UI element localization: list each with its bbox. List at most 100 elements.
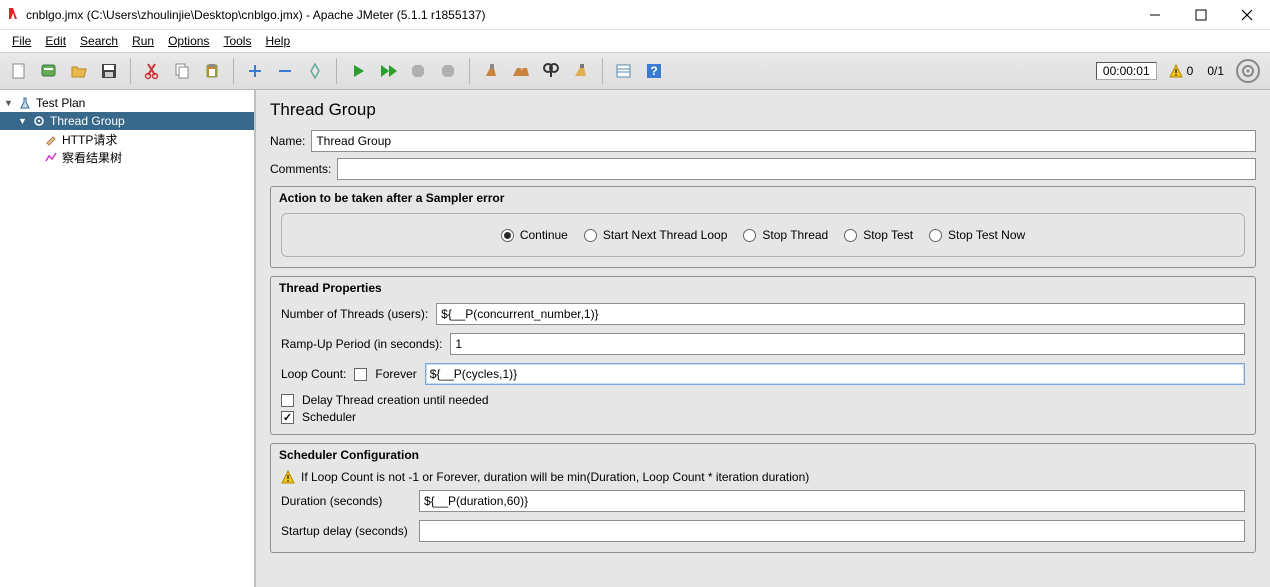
radio-stop-test[interactable]: Stop Test bbox=[844, 228, 913, 242]
stop-button[interactable] bbox=[405, 57, 431, 85]
delay-create-checkbox[interactable] bbox=[281, 394, 294, 407]
tree-node-view-results-tree[interactable]: 察看结果树 bbox=[0, 148, 254, 166]
duration-label: Duration (seconds) bbox=[281, 494, 411, 508]
radio-label: Stop Test Now bbox=[948, 228, 1025, 242]
radio-icon bbox=[844, 229, 857, 242]
shutdown-button[interactable] bbox=[435, 57, 461, 85]
startup-delay-label: Startup delay (seconds) bbox=[281, 524, 411, 538]
test-plan-tree[interactable]: ▼ Test Plan ▼ Thread Group HTTP请求 察看结果树 bbox=[0, 90, 256, 587]
search-tree-button[interactable] bbox=[538, 57, 564, 85]
ramp-up-label: Ramp-Up Period (in seconds): bbox=[281, 337, 442, 351]
tree-label: Test Plan bbox=[36, 96, 85, 110]
startup-delay-input[interactable] bbox=[419, 520, 1245, 542]
close-button[interactable] bbox=[1224, 0, 1270, 30]
loop-count-input[interactable] bbox=[425, 363, 1245, 385]
warning-indicator[interactable]: 0 bbox=[1169, 64, 1194, 78]
radio-label: Start Next Thread Loop bbox=[603, 228, 728, 242]
radio-stop-test-now[interactable]: Stop Test Now bbox=[929, 228, 1025, 242]
radio-icon bbox=[584, 229, 597, 242]
tree-toggle[interactable]: ▼ bbox=[18, 116, 28, 126]
scheduler-checkbox[interactable] bbox=[281, 411, 294, 424]
radio-label: Stop Thread bbox=[762, 228, 828, 242]
thread-properties-group: Thread Properties Number of Threads (use… bbox=[270, 276, 1256, 435]
forever-label: Forever bbox=[375, 367, 416, 381]
toolbar: ? 00:00:01 0 0/1 bbox=[0, 52, 1270, 90]
new-button[interactable] bbox=[6, 57, 32, 85]
chart-icon bbox=[44, 150, 58, 164]
active-threads: 0/1 bbox=[1207, 64, 1224, 78]
name-label: Name: bbox=[270, 134, 305, 148]
warning-icon bbox=[281, 470, 295, 484]
name-input[interactable] bbox=[311, 130, 1256, 152]
tree-label: HTTP请求 bbox=[62, 131, 117, 148]
flask-icon bbox=[18, 96, 32, 110]
open-button[interactable] bbox=[66, 57, 92, 85]
start-no-pause-button[interactable] bbox=[375, 57, 401, 85]
paste-button[interactable] bbox=[199, 57, 225, 85]
radio-stop-thread[interactable]: Stop Thread bbox=[743, 228, 828, 242]
comments-label: Comments: bbox=[270, 162, 331, 176]
svg-text:?: ? bbox=[650, 64, 657, 78]
tree-root-test-plan[interactable]: ▼ Test Plan bbox=[0, 94, 254, 112]
save-button[interactable] bbox=[96, 57, 122, 85]
tree-label: Thread Group bbox=[50, 114, 125, 128]
menu-options[interactable]: Options bbox=[162, 32, 215, 50]
radio-icon bbox=[929, 229, 942, 242]
templates-button[interactable] bbox=[36, 57, 62, 85]
running-indicator bbox=[1236, 59, 1260, 83]
ramp-up-input[interactable] bbox=[450, 333, 1245, 355]
thread-properties-legend: Thread Properties bbox=[273, 279, 1253, 297]
scheduler-label: Scheduler bbox=[302, 410, 356, 424]
menu-file[interactable]: File bbox=[6, 32, 37, 50]
function-helper-button[interactable] bbox=[611, 57, 637, 85]
pipette-icon bbox=[44, 132, 58, 146]
menu-run[interactable]: Run bbox=[126, 32, 160, 50]
window-titlebar: cnblgo.jmx (C:\Users\zhoulinjie\Desktop\… bbox=[0, 0, 1270, 30]
warning-icon bbox=[1169, 64, 1183, 78]
tree-toggle[interactable]: ▼ bbox=[4, 98, 14, 108]
warning-count: 0 bbox=[1187, 64, 1194, 78]
radio-icon bbox=[743, 229, 756, 242]
minimize-button[interactable] bbox=[1132, 0, 1178, 30]
menu-bar: File Edit Search Run Options Tools Help bbox=[0, 30, 1270, 52]
menu-tools[interactable]: Tools bbox=[217, 32, 257, 50]
start-button[interactable] bbox=[345, 57, 371, 85]
window-title: cnblgo.jmx (C:\Users\zhoulinjie\Desktop\… bbox=[26, 8, 486, 22]
reset-search-button[interactable] bbox=[568, 57, 594, 85]
cut-button[interactable] bbox=[139, 57, 165, 85]
radio-icon bbox=[501, 229, 514, 242]
loop-count-label: Loop Count: bbox=[281, 367, 346, 381]
forever-checkbox[interactable] bbox=[354, 368, 367, 381]
tree-node-thread-group[interactable]: ▼ Thread Group bbox=[0, 112, 254, 130]
expand-button[interactable] bbox=[242, 57, 268, 85]
tree-node-http-request[interactable]: HTTP请求 bbox=[0, 130, 254, 148]
clear-button[interactable] bbox=[478, 57, 504, 85]
toggle-button[interactable] bbox=[302, 57, 328, 85]
copy-button[interactable] bbox=[169, 57, 195, 85]
radio-continue[interactable]: Continue bbox=[501, 228, 568, 242]
radio-next-loop[interactable]: Start Next Thread Loop bbox=[584, 228, 728, 242]
editor-heading: Thread Group bbox=[270, 100, 1256, 120]
collapse-button[interactable] bbox=[272, 57, 298, 85]
clear-all-button[interactable] bbox=[508, 57, 534, 85]
scheduler-warning-text: If Loop Count is not -1 or Forever, dura… bbox=[301, 470, 809, 484]
elapsed-time: 00:00:01 bbox=[1096, 62, 1157, 80]
scheduler-config-legend: Scheduler Configuration bbox=[273, 446, 1253, 464]
help-button[interactable]: ? bbox=[641, 57, 667, 85]
menu-edit[interactable]: Edit bbox=[39, 32, 72, 50]
editor-panel: Thread Group Name: Comments: Action to b… bbox=[256, 90, 1270, 587]
radio-label: Continue bbox=[520, 228, 568, 242]
menu-search[interactable]: Search bbox=[74, 32, 124, 50]
menu-help[interactable]: Help bbox=[259, 32, 296, 50]
num-threads-input[interactable] bbox=[436, 303, 1245, 325]
tree-label: 察看结果树 bbox=[62, 149, 122, 166]
gear-icon bbox=[32, 114, 46, 128]
sampler-error-legend: Action to be taken after a Sampler error bbox=[273, 189, 1253, 207]
comments-input[interactable] bbox=[337, 158, 1256, 180]
sampler-error-group: Action to be taken after a Sampler error… bbox=[270, 186, 1256, 268]
maximize-button[interactable] bbox=[1178, 0, 1224, 30]
scheduler-config-group: Scheduler Configuration If Loop Count is… bbox=[270, 443, 1256, 553]
app-icon bbox=[6, 6, 20, 23]
num-threads-label: Number of Threads (users): bbox=[281, 307, 428, 321]
duration-input[interactable] bbox=[419, 490, 1245, 512]
